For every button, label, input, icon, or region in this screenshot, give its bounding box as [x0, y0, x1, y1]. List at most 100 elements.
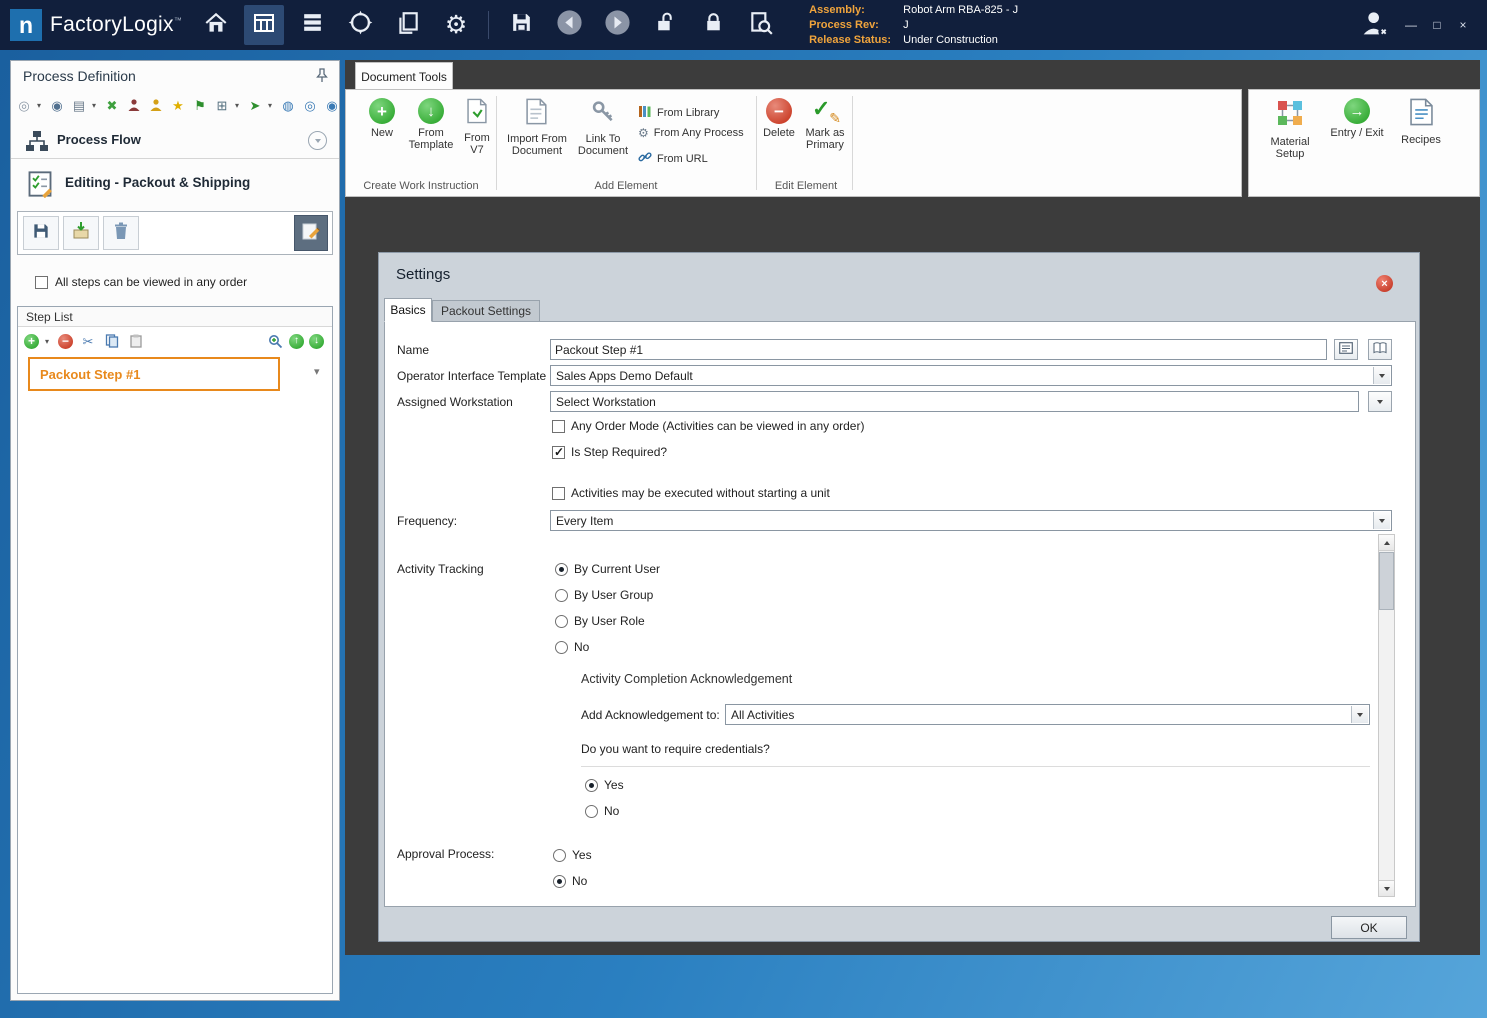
scroll-up-button[interactable]	[1379, 535, 1394, 551]
any-order-mode-checkbox[interactable]	[552, 420, 565, 433]
lock-button[interactable]	[693, 5, 733, 45]
from-template-button[interactable]: ↓ From Template	[406, 98, 456, 151]
chevron-down-icon[interactable]	[1373, 512, 1390, 529]
dialog-close-button[interactable]: ×	[1376, 275, 1393, 292]
user-button[interactable]	[1355, 5, 1395, 45]
printer-icon[interactable]: ▤	[70, 96, 88, 114]
minimize-button[interactable]: —	[1401, 15, 1421, 35]
any-order-checkbox[interactable]	[35, 275, 48, 289]
link-to-document-button[interactable]: Link To Document	[574, 98, 632, 157]
dropdown-icon[interactable]: ▾	[235, 101, 242, 110]
green-cross-icon[interactable]: ✖	[103, 96, 121, 114]
tree-icon[interactable]: ⊞	[213, 96, 231, 114]
save-button[interactable]	[501, 5, 541, 45]
material-setup-button[interactable]: Material Setup	[1261, 98, 1319, 160]
collapse-circle-icon[interactable]	[308, 131, 327, 150]
production-button[interactable]	[292, 5, 332, 45]
radio-approval-yes[interactable]	[553, 849, 566, 862]
move-down-icon[interactable]: ↓	[309, 333, 324, 349]
document-search-button[interactable]	[741, 5, 781, 45]
circle-status-icon[interactable]: ◎	[15, 96, 33, 114]
target-icon[interactable]: ◉	[48, 96, 66, 114]
chevron-down-icon[interactable]	[1373, 367, 1390, 384]
rich-text-editor-button[interactable]	[1334, 339, 1358, 360]
navigation-button[interactable]	[340, 5, 380, 45]
radio-approval-no[interactable]	[553, 875, 566, 888]
ok-button[interactable]: OK	[1331, 916, 1407, 939]
unlock-button[interactable]	[645, 5, 685, 45]
radio-by-user-group[interactable]	[555, 589, 568, 602]
radio-tracking-no[interactable]	[555, 641, 568, 654]
paste-icon[interactable]	[127, 332, 145, 350]
home-button[interactable]	[196, 5, 236, 45]
back-button[interactable]	[549, 5, 589, 45]
play-icon[interactable]: ➤	[246, 96, 264, 114]
tab-document-tools[interactable]: Document Tools	[355, 62, 453, 90]
step-chevron-icon[interactable]: ▾	[314, 365, 320, 378]
name-input[interactable]	[550, 339, 1327, 360]
process-flow-header[interactable]: Process Flow	[11, 123, 339, 159]
translation-book-button[interactable]	[1368, 339, 1392, 360]
flag-icon[interactable]: ⚑	[191, 96, 209, 114]
acknowledgement-select[interactable]: All Activities	[725, 704, 1370, 725]
is-step-required-checkbox[interactable]	[552, 445, 565, 459]
from-url-button[interactable]: From URL	[638, 150, 708, 167]
user-red-icon[interactable]	[125, 96, 143, 114]
chevron-down-icon[interactable]	[1351, 706, 1368, 723]
star-icon[interactable]: ★	[169, 96, 187, 114]
from-v7-button[interactable]: From V7	[458, 98, 496, 156]
radio-credentials-no[interactable]	[585, 805, 598, 818]
mark-as-primary-button[interactable]: ✓ ✎ Mark as Primary	[798, 96, 852, 151]
dropdown-icon[interactable]: ▾	[268, 101, 275, 110]
radio-credentials-yes[interactable]	[585, 779, 598, 792]
pin-icon[interactable]	[315, 68, 329, 88]
copy-icon[interactable]	[103, 332, 121, 350]
dropdown-icon[interactable]: ▾	[37, 101, 44, 110]
dialog-scrollbar[interactable]	[1378, 534, 1395, 897]
workstation-input[interactable]: Select Workstation	[550, 391, 1359, 412]
tab-basics[interactable]: Basics	[384, 298, 432, 322]
workstation-dropdown-button[interactable]	[1368, 391, 1392, 412]
entry-exit-button[interactable]: → Entry / Exit	[1325, 98, 1389, 139]
workstation-value: Select Workstation	[556, 394, 656, 409]
close-button[interactable]: ×	[1453, 15, 1473, 35]
delete-element-button[interactable]: − Delete	[758, 98, 800, 139]
from-any-process-button[interactable]: ⚙ From Any Process	[638, 127, 744, 139]
operator-interface-template-select[interactable]: Sales Apps Demo Default	[550, 365, 1392, 386]
import-button[interactable]	[63, 216, 99, 250]
scroll-down-button[interactable]	[1379, 880, 1394, 896]
process-definition-button[interactable]	[244, 5, 285, 45]
by-current-user-label: By Current User	[574, 562, 661, 576]
radio-by-current-user[interactable]	[555, 563, 568, 576]
import-from-document-button[interactable]: Import From Document	[506, 98, 568, 157]
step-list-item-selected[interactable]: Packout Step #1	[28, 357, 280, 391]
no-unit-checkbox[interactable]	[552, 487, 565, 500]
material-nodes-icon	[1275, 98, 1305, 133]
recipes-button[interactable]: Recipes	[1395, 98, 1447, 146]
recipe-document-icon	[1409, 98, 1433, 131]
settings-button[interactable]: ⚙	[436, 5, 476, 45]
move-up-icon[interactable]: ↑	[289, 333, 304, 349]
frequency-select[interactable]: Every Item	[550, 510, 1392, 531]
save-step-button[interactable]	[23, 216, 59, 250]
documents-button[interactable]	[388, 5, 428, 45]
scroll-thumb[interactable]	[1379, 552, 1394, 610]
radio-by-user-role[interactable]	[555, 615, 568, 628]
new-work-instruction-button[interactable]: + New	[360, 98, 404, 139]
remove-step-icon[interactable]: −	[58, 333, 73, 349]
disc-icon[interactable]: ◍	[279, 96, 297, 114]
dropdown-icon[interactable]: ▾	[45, 337, 52, 346]
from-library-button[interactable]: From Library	[638, 104, 719, 121]
forward-button[interactable]	[597, 5, 637, 45]
user-yellow-icon[interactable]	[147, 96, 165, 114]
record-icon[interactable]: ◉	[323, 96, 341, 114]
add-step-icon[interactable]: +	[24, 333, 39, 349]
delete-step-button[interactable]	[103, 216, 139, 250]
cut-icon[interactable]: ✂	[79, 332, 97, 350]
ring-icon[interactable]: ◎	[301, 96, 319, 114]
edit-work-instructions-button[interactable]	[294, 215, 328, 251]
zoom-in-icon[interactable]	[266, 332, 284, 350]
dropdown-icon[interactable]: ▾	[92, 101, 99, 110]
maximize-button[interactable]: □	[1427, 15, 1447, 35]
tab-packout-settings[interactable]: Packout Settings	[432, 300, 540, 322]
